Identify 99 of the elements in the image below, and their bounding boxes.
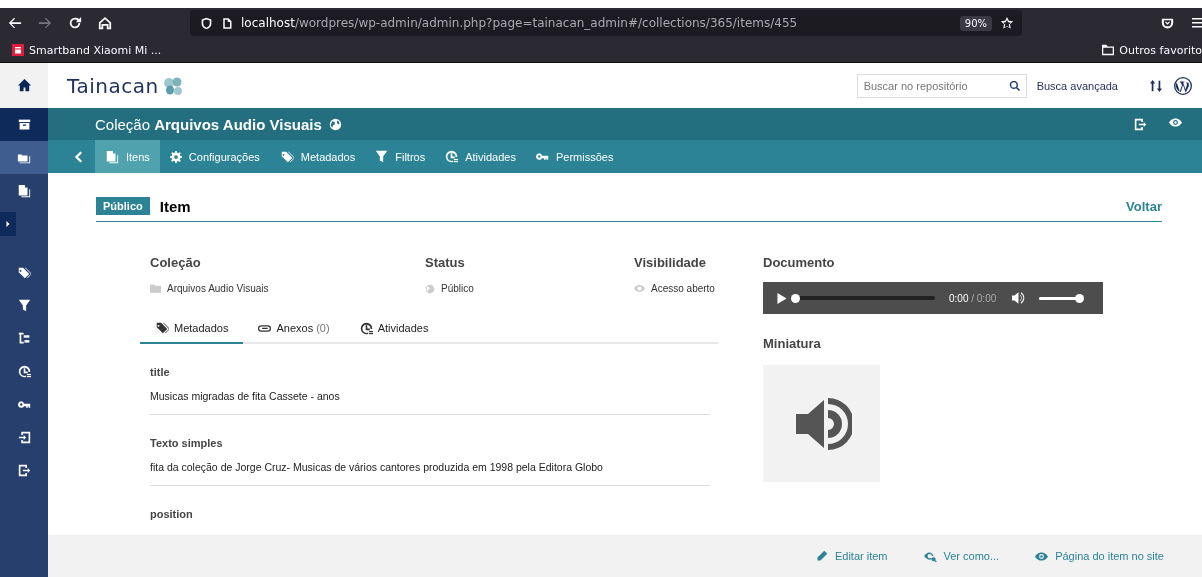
caret-icon: [5, 221, 11, 227]
eye-icon: [1169, 117, 1182, 127]
butterfly-logo-icon: [161, 75, 184, 96]
folder-icon: [150, 284, 161, 293]
menu-button[interactable]: [1192, 17, 1202, 29]
key-icon: [17, 400, 31, 409]
search-field[interactable]: Buscar no repositório: [856, 73, 1027, 98]
eye-icon: [634, 285, 645, 292]
sort-button[interactable]: [1150, 78, 1162, 93]
field-label: Visibilidade: [634, 255, 707, 270]
tags-icon: [17, 265, 31, 280]
field-value: Público: [441, 283, 474, 294]
eye-search-icon: [923, 550, 937, 562]
metadata-label: title: [150, 366, 171, 378]
sort-arrows-icon: [1150, 78, 1162, 93]
field-value: Arquivos Audio Visuais: [167, 283, 269, 294]
play-button[interactable]: [777, 292, 787, 304]
search-button[interactable]: [1008, 79, 1021, 92]
taxonomy-icon: [17, 332, 31, 345]
home-link[interactable]: [0, 63, 48, 108]
sidebar-item[interactable]: [0, 141, 48, 174]
copy-icon: [105, 149, 119, 164]
metadata-label: position: [150, 508, 194, 520]
item-tab[interactable]: Metadados: [140, 315, 244, 344]
back-link[interactable]: Voltar: [1126, 198, 1162, 214]
logo[interactable]: Tainacan: [67, 73, 184, 98]
footer-link[interactable]: Editar item: [815, 550, 888, 562]
collection-title: Coleção Arquivos Audio Visuais: [95, 115, 322, 133]
footer-link[interactable]: Página do item no site: [1035, 550, 1164, 562]
reload-icon: [68, 16, 82, 30]
chevron-left-icon: [73, 150, 82, 163]
tags-icon: [155, 321, 169, 335]
metadata-label: Texto simples: [150, 437, 224, 449]
section-label: Miniatura: [763, 336, 822, 351]
bookmark-item[interactable]: Smartband Xiaomi Mi ...: [12, 43, 162, 57]
nav-tab[interactable]: Atividades: [435, 140, 526, 173]
pencil-icon: [815, 550, 828, 562]
bookmark-favicon-icon: [12, 44, 24, 56]
address-bar[interactable]: localhost/wordpres/wp-admin/admin.php?page=tainacan_admin#/collections/365/items/455 90%: [190, 10, 1022, 36]
metadata-value: fita da coleção de Jorge Cruz- Musicas de vários cantores produzida em 1998 pela Editora Globo: [150, 461, 604, 473]
exit-button[interactable]: [1134, 117, 1147, 131]
globe-icon: [425, 283, 435, 294]
filter-icon: [17, 299, 31, 312]
home-icon: [98, 16, 112, 30]
import-icon: [17, 431, 31, 444]
paperclip-icon: [258, 324, 272, 332]
advanced-search-link[interactable]: Busca avançada: [1036, 79, 1118, 92]
zoom-badge[interactable]: 90%: [959, 15, 992, 31]
wordpress-logo-icon: [1174, 76, 1192, 95]
folder-icon: [1101, 44, 1116, 56]
metadata-value: Musicas migradas de fita Cassete - anos: [150, 390, 341, 402]
nav-tab[interactable]: Permissões: [525, 140, 624, 173]
speaker-icon: [1012, 292, 1026, 304]
export-icon: [1134, 117, 1147, 131]
footer-link[interactable]: Ver como...: [923, 550, 1000, 562]
copy-icon: [17, 183, 31, 198]
globe-icon: [328, 117, 342, 131]
filter-icon: [375, 150, 389, 163]
mute-button[interactable]: [1012, 292, 1026, 304]
eye-icon: [1035, 551, 1049, 561]
activity-icon: [445, 150, 459, 163]
export-icon: [17, 464, 31, 477]
status-badge: Público: [96, 197, 150, 215]
nav-tab[interactable]: Metadados: [269, 140, 366, 173]
key-icon: [535, 152, 549, 161]
expand-sidebar-button[interactable]: [0, 212, 16, 236]
field-label: Coleção: [150, 255, 202, 270]
play-icon: [777, 292, 787, 304]
activity-icon: [17, 365, 31, 378]
pocket-icon: [1161, 16, 1174, 30]
other-bookmarks-folder[interactable]: Outros favorito: [1101, 43, 1202, 57]
back-arrow-icon: [8, 16, 22, 30]
shield-icon: [200, 16, 213, 30]
field-label: Status: [425, 255, 466, 270]
activity-icon: [359, 321, 373, 335]
tags-icon: [279, 149, 294, 164]
duration: / 0:00: [971, 292, 997, 304]
field-value: Acesso aberto: [651, 283, 715, 294]
item-tab[interactable]: Atividades: [344, 315, 444, 344]
bookmark-star-button[interactable]: [1000, 16, 1014, 30]
item-tab[interactable]: Anexos (0): [243, 315, 345, 344]
archive-icon: [17, 118, 31, 131]
nav-tab[interactable]: Itens: [95, 140, 160, 173]
page-title: Item: [159, 197, 191, 215]
pocket-button[interactable]: [1161, 16, 1174, 30]
current-time: 0:00: [949, 292, 969, 304]
wordpress-button[interactable]: [1174, 76, 1192, 95]
section-label: Documento: [763, 255, 836, 270]
home-icon: [16, 78, 32, 93]
forward-arrow-icon: [38, 16, 52, 30]
nav-tab[interactable]: Configurações: [159, 140, 270, 173]
search-icon: [1008, 79, 1021, 92]
page-icon: [221, 16, 233, 30]
sidebar-item[interactable]: [0, 108, 48, 141]
url-text: localhost/wordpres/wp-admin/admin.php?page=tainacan_admin#/collections/365/items/455: [241, 16, 798, 30]
star-icon: [1000, 16, 1014, 30]
nav-tab[interactable]: Filtros: [365, 140, 436, 173]
menu-icon: [1192, 17, 1202, 29]
gear-icon: [169, 150, 182, 163]
